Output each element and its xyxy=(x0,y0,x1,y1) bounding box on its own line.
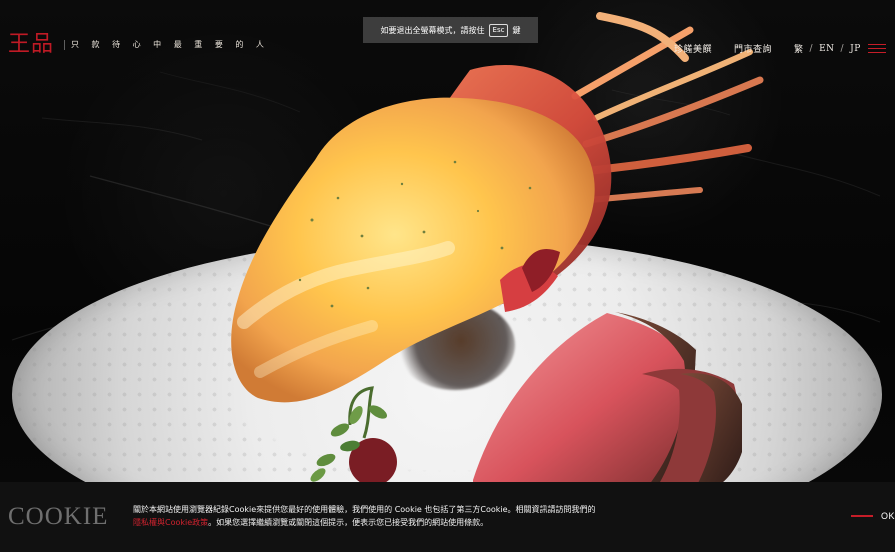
esc-key-badge: Esc xyxy=(488,23,509,37)
sauce-pool xyxy=(395,300,515,390)
hero-page: 王品 只 款 待 心 中 最 重 要 的 人 如要退出全螢幕模式，請按住 Esc… xyxy=(0,0,895,552)
menu-line-top xyxy=(868,44,886,45)
privacy-cookie-policy-link[interactable]: 隱私權與Cookie政策 xyxy=(133,518,208,527)
fullscreen-message-after: 鍵 xyxy=(512,25,521,35)
language-english[interactable]: EN xyxy=(819,44,834,54)
fullscreen-message-before: 如要退出全螢幕模式，請按住 xyxy=(380,25,485,35)
brand-logo[interactable]: 王品 xyxy=(8,34,54,56)
cookie-ok-label[interactable]: OK xyxy=(881,511,895,521)
language-traditional-chinese[interactable]: 繁 xyxy=(794,42,804,55)
menu-icon[interactable] xyxy=(868,44,886,54)
menu-line-bottom xyxy=(868,52,886,53)
cookie-message: 關於本網站使用瀏覽器紀錄Cookie來提供您最好的使用體驗，我們使用的 Cook… xyxy=(133,503,638,529)
language-japanese[interactable]: JP xyxy=(850,44,861,54)
brand-tagline: 只 款 待 心 中 最 重 要 的 人 xyxy=(64,40,269,50)
cookie-title: COOKIE xyxy=(8,503,109,530)
cookie-ok-button[interactable]: OK xyxy=(851,511,895,521)
cookie-message-line-2: 。如果您選擇繼續瀏覽或關閉這個提示，便表示您已接受我們的網站使用條款。 xyxy=(208,518,489,528)
line-icon xyxy=(851,515,873,517)
language-separator: / xyxy=(840,43,845,54)
language-switcher: 繁 / EN / JP xyxy=(794,42,861,56)
fullscreen-exit-notice: 如要退出全螢幕模式，請按住 Esc 鍵 xyxy=(363,17,538,43)
cookie-message-line-1: 關於本網站使用瀏覽器紀錄Cookie來提供您最好的使用體驗，我們使用的 Cook… xyxy=(133,505,596,514)
nav-item-store-search[interactable]: 門市查詢 xyxy=(734,42,772,55)
cookie-consent-bar: COOKIE 關於本網站使用瀏覽器紀錄Cookie來提供您最好的使用體驗，我們使… xyxy=(0,482,895,552)
language-separator: / xyxy=(809,43,814,54)
nav-item-cuisine[interactable]: 珍饈美饌 xyxy=(674,42,712,55)
top-navigation: 珍饈美饌 門市查詢 繁 / EN / JP xyxy=(674,42,861,56)
menu-line-middle xyxy=(868,48,886,49)
brand-logo-area[interactable]: 王品 只 款 待 心 中 最 重 要 的 人 xyxy=(8,34,269,56)
